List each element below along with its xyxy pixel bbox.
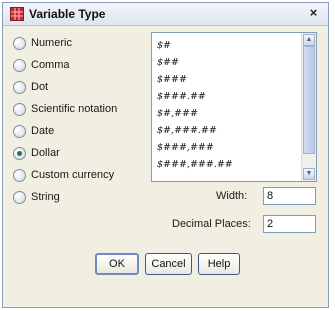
- radio-label: Custom currency: [31, 169, 115, 181]
- radio-button[interactable]: [13, 169, 26, 182]
- list-item[interactable]: $#,###: [157, 108, 198, 119]
- scroll-down-icon[interactable]: ▼: [303, 168, 315, 180]
- radio-label: Dot: [31, 81, 49, 93]
- radio-dollar[interactable]: Dollar: [13, 145, 148, 167]
- variable-type-dialog: Variable Type × Numeric Comma Dot Scient…: [2, 2, 329, 308]
- width-field[interactable]: [263, 187, 316, 205]
- help-button[interactable]: Help: [198, 253, 240, 275]
- radio-button[interactable]: [13, 59, 26, 72]
- radio-button[interactable]: [13, 125, 26, 138]
- width-label: Width:: [216, 190, 248, 202]
- list-item[interactable]: $###.##: [157, 91, 206, 102]
- radio-label: Comma: [31, 59, 70, 71]
- close-icon[interactable]: ×: [305, 5, 322, 21]
- scroll-thumb[interactable]: [303, 46, 315, 154]
- radio-button[interactable]: [13, 103, 26, 116]
- radio-dot[interactable]: Dot: [13, 79, 148, 101]
- radio-custom-currency[interactable]: Custom currency: [13, 167, 148, 189]
- list-item[interactable]: $###,###.##: [157, 159, 233, 170]
- radio-comma[interactable]: Comma: [13, 57, 148, 79]
- radio-label: String: [31, 191, 60, 203]
- dialog-title: Variable Type: [29, 7, 106, 21]
- list-item[interactable]: $###: [157, 74, 187, 85]
- decimal-places-label: Decimal Places:: [172, 218, 251, 230]
- radio-label: Numeric: [31, 37, 72, 49]
- radio-numeric[interactable]: Numeric: [13, 35, 148, 57]
- title-bar: Variable Type ×: [3, 3, 328, 26]
- radio-button[interactable]: [13, 81, 26, 94]
- radio-label: Scientific notation: [31, 103, 118, 115]
- list-scrollbar[interactable]: ▲ ▼: [301, 33, 316, 181]
- radio-selected-dot: [17, 151, 22, 156]
- list-item[interactable]: $##: [157, 57, 179, 68]
- radio-button[interactable]: [13, 37, 26, 50]
- list-item[interactable]: $###,###: [157, 142, 214, 153]
- spss-grid-icon: [10, 7, 24, 21]
- radio-label: Date: [31, 125, 55, 137]
- list-item[interactable]: $#,###.##: [157, 125, 217, 136]
- radio-string[interactable]: String: [13, 189, 148, 211]
- cancel-button[interactable]: Cancel: [145, 253, 192, 275]
- list-item[interactable]: $#: [157, 40, 171, 51]
- radio-scientific-notation[interactable]: Scientific notation: [13, 101, 148, 123]
- radio-label: Dollar: [31, 147, 60, 159]
- radio-button[interactable]: [13, 191, 26, 204]
- scroll-up-icon[interactable]: ▲: [303, 34, 315, 46]
- ok-button[interactable]: OK: [95, 253, 139, 275]
- decimal-places-field[interactable]: [263, 215, 316, 233]
- radio-date[interactable]: Date: [13, 123, 148, 145]
- dollar-format-list[interactable]: $# $## $### $###.## $#,### $#,###.## $##…: [151, 32, 317, 182]
- type-radio-group: Numeric Comma Dot Scientific notation Da…: [13, 35, 148, 211]
- radio-button-selected[interactable]: [13, 147, 26, 160]
